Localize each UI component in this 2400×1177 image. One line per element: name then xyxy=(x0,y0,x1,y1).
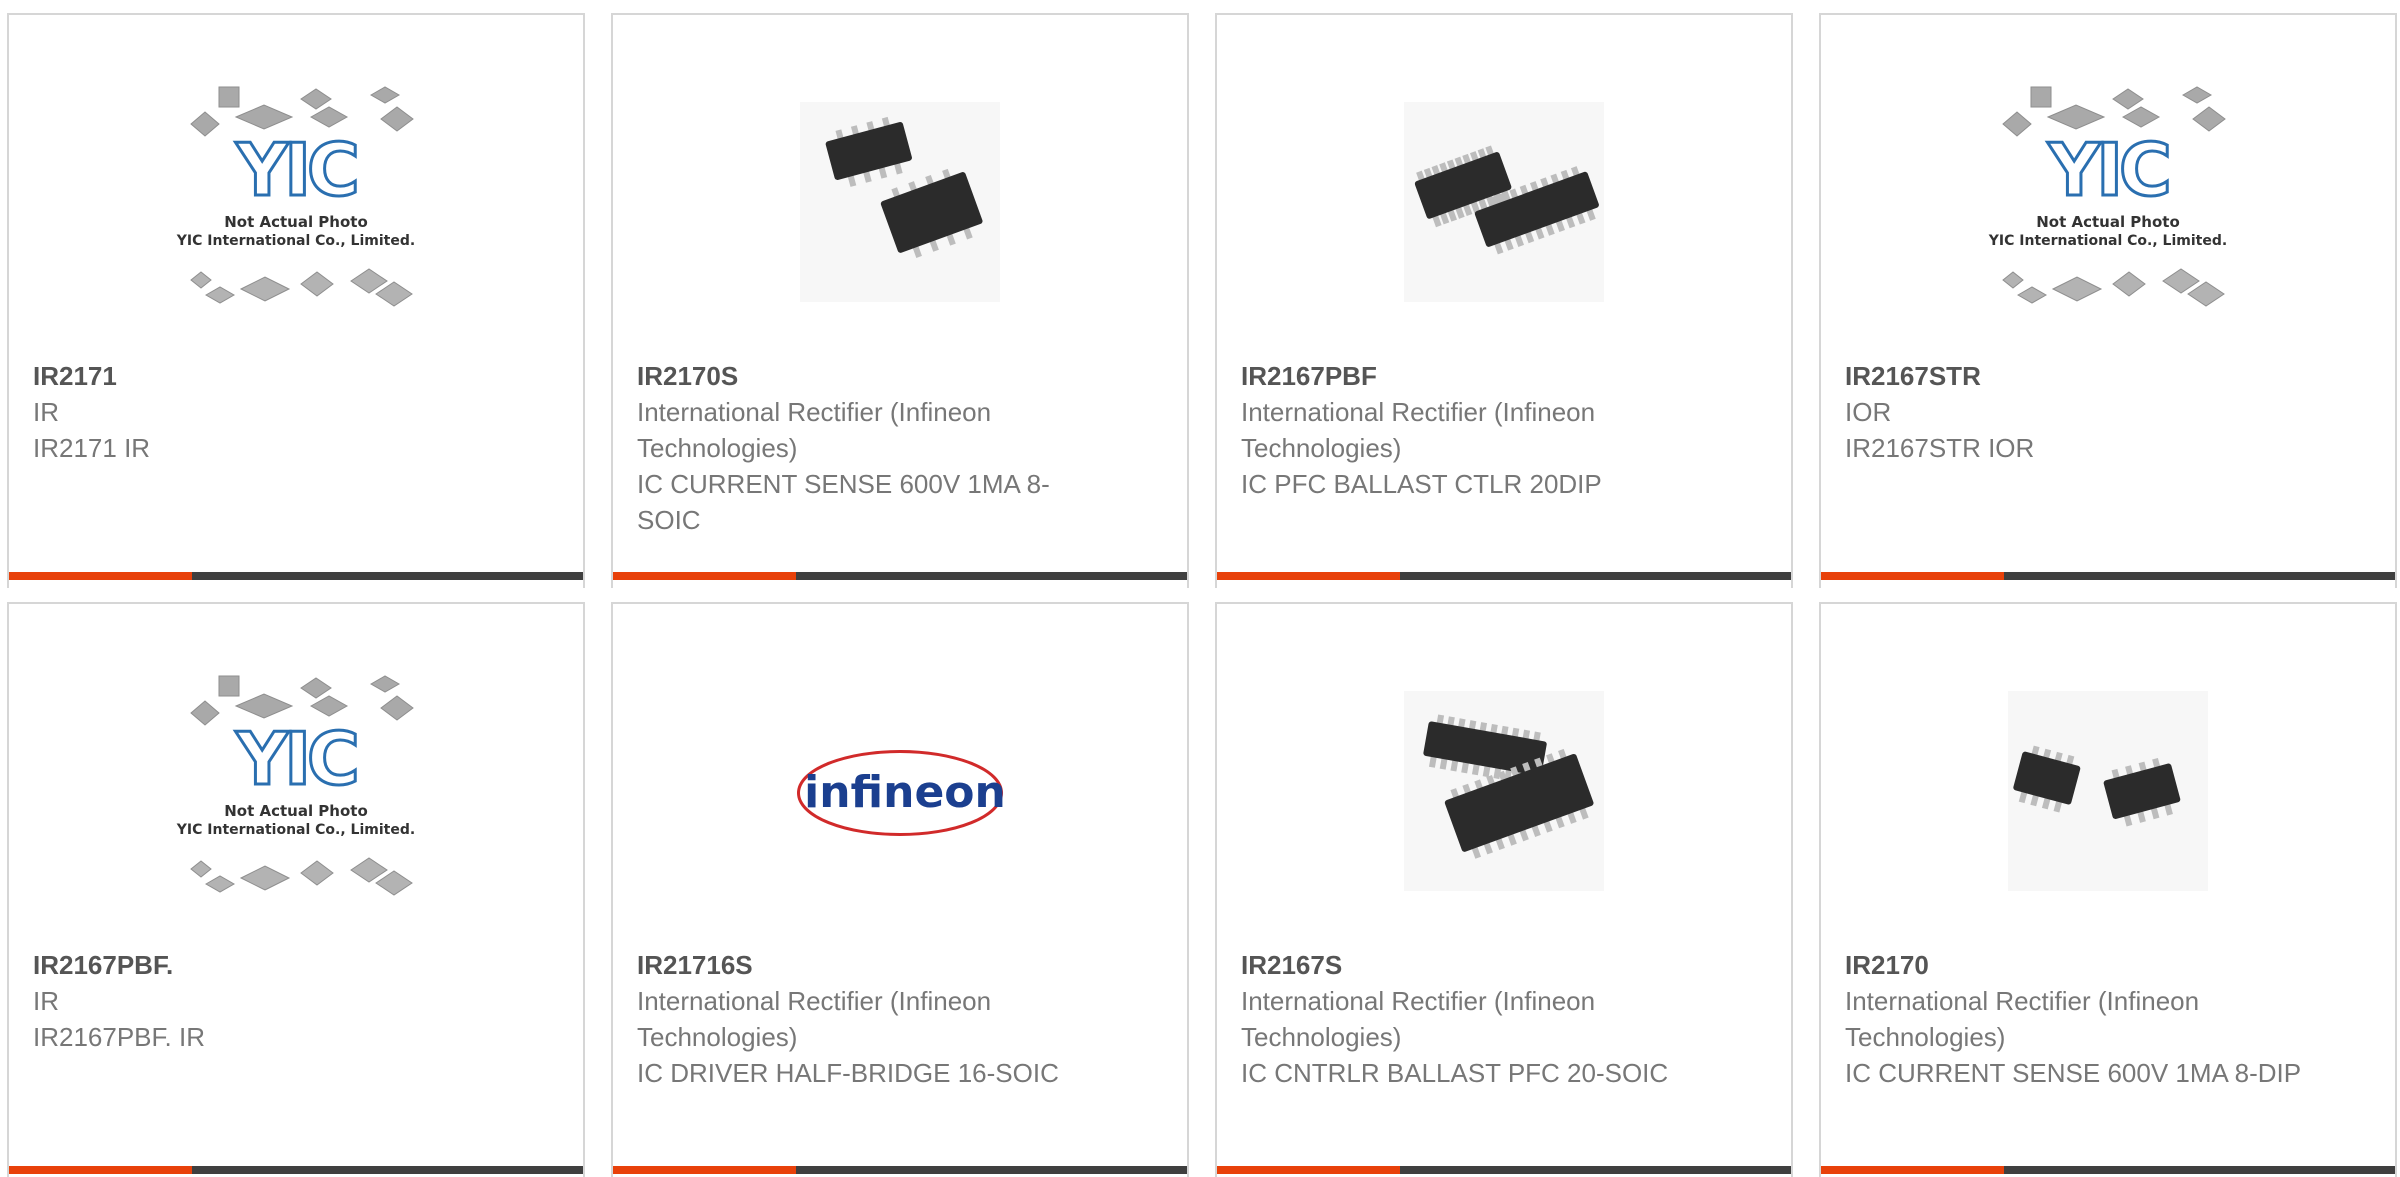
dip8-chip-image[interactable] xyxy=(1823,666,2393,916)
infineon-logo-image[interactable]: infineon xyxy=(615,666,1185,916)
product-info: IR2170S International Rectifier (Infineon… xyxy=(637,358,1097,538)
dark-segment xyxy=(1400,572,1791,580)
product-grid: YIC Not Actual Photo YIC International Co.… xyxy=(0,0,2400,1177)
product-info: IR2167PBF International Rectifier (Infine… xyxy=(1241,358,1701,502)
product-description: IR2167PBF. IR xyxy=(33,1022,205,1052)
yic-company-label: YIC International Co., Limited. xyxy=(1988,233,2227,249)
yic-placeholder-image[interactable]: YIC Not Actual Photo YIC International Co.… xyxy=(1823,77,2393,327)
dark-segment xyxy=(192,572,583,580)
product-card[interactable]: IR2167PBF International Rectifier (Infine… xyxy=(1215,13,1793,588)
part-number[interactable]: IR21716S xyxy=(637,947,1097,983)
product-info: IR21716S International Rectifier (Infineo… xyxy=(637,947,1097,1091)
product-description: IC CURRENT SENSE 600V 1MA 8-SOIC xyxy=(637,469,1050,535)
dark-segment xyxy=(192,1166,583,1174)
product-card[interactable]: YIC Not Actual Photo YIC International Co.… xyxy=(7,13,585,588)
manufacturer: IR xyxy=(33,986,59,1016)
product-card[interactable]: IR2167S International Rectifier (Infineon… xyxy=(1215,602,1793,1177)
part-number[interactable]: IR2167STR xyxy=(1845,358,2305,394)
yic-placeholder-image[interactable]: YIC Not Actual Photo YIC International Co.… xyxy=(11,666,581,916)
product-description: IR2167STR IOR xyxy=(1845,433,2035,463)
product-card[interactable]: IR2170S International Rectifier (Infineon… xyxy=(611,13,1189,588)
manufacturer: International Rectifier (Infineon Techno… xyxy=(1845,986,2200,1052)
yic-logo: YIC xyxy=(235,128,356,212)
product-card[interactable]: infineon IR21716S International Rectifier … xyxy=(611,602,1189,1177)
product-info: IR2170 International Rectifier (Infineon … xyxy=(1845,947,2305,1091)
accent-segment xyxy=(1217,1166,1400,1174)
card-accent-bar xyxy=(1821,572,2395,580)
manufacturer: IR xyxy=(33,397,59,427)
part-number[interactable]: IR2171 xyxy=(33,358,493,394)
manufacturer: International Rectifier (Infineon Techno… xyxy=(637,397,992,463)
product-description: IC CNTRLR BALLAST PFC 20-SOIC xyxy=(1241,1058,1669,1088)
card-accent-bar xyxy=(9,572,583,580)
accent-segment xyxy=(1217,572,1400,580)
part-number[interactable]: IR2167PBF. xyxy=(33,947,493,983)
dark-segment xyxy=(2004,1166,2395,1174)
soic20-chip-image[interactable] xyxy=(1219,666,1789,916)
card-accent-bar xyxy=(1217,572,1791,580)
product-info: IR2171 IR IR2171 IR xyxy=(33,358,493,466)
yic-placeholder-image[interactable]: YIC Not Actual Photo YIC International Co.… xyxy=(11,77,581,327)
accent-segment xyxy=(1821,1166,2004,1174)
accent-segment xyxy=(613,1166,796,1174)
card-accent-bar xyxy=(1217,1166,1791,1174)
manufacturer: International Rectifier (Infineon Techno… xyxy=(637,986,992,1052)
manufacturer: International Rectifier (Infineon Techno… xyxy=(1241,986,1596,1052)
product-description: IC CURRENT SENSE 600V 1MA 8-DIP xyxy=(1845,1058,2302,1088)
yic-company-label: YIC International Co., Limited. xyxy=(176,822,415,838)
yic-logo: YIC xyxy=(2047,128,2168,212)
yic-company-label: YIC International Co., Limited. xyxy=(176,233,415,249)
dark-segment xyxy=(2004,572,2395,580)
product-info: IR2167PBF. IR IR2167PBF. IR xyxy=(33,947,493,1055)
not-actual-photo-label: Not Actual Photo xyxy=(224,802,368,820)
dark-segment xyxy=(1400,1166,1791,1174)
accent-segment xyxy=(9,1166,192,1174)
accent-segment xyxy=(1821,572,2004,580)
product-description: IR2171 IR xyxy=(33,433,151,463)
yic-logo: YIC xyxy=(235,717,356,801)
part-number[interactable]: IR2170 xyxy=(1845,947,2305,983)
part-number[interactable]: IR2167S xyxy=(1241,947,1701,983)
accent-segment xyxy=(613,572,796,580)
card-accent-bar xyxy=(9,1166,583,1174)
part-number[interactable]: IR2167PBF xyxy=(1241,358,1701,394)
infineon-wordmark: infineon xyxy=(804,767,1005,818)
not-actual-photo-label: Not Actual Photo xyxy=(2036,213,2180,231)
product-card[interactable]: YIC Not Actual Photo YIC International Co.… xyxy=(1819,13,2397,588)
dark-segment xyxy=(796,1166,1187,1174)
dark-segment xyxy=(796,572,1187,580)
product-description: IC PFC BALLAST CTLR 20DIP xyxy=(1241,469,1602,499)
product-info: IR2167S International Rectifier (Infineon… xyxy=(1241,947,1701,1091)
product-description: IC DRIVER HALF-BRIDGE 16-SOIC xyxy=(637,1058,1059,1088)
not-actual-photo-label: Not Actual Photo xyxy=(224,213,368,231)
part-number[interactable]: IR2170S xyxy=(637,358,1097,394)
manufacturer: International Rectifier (Infineon Techno… xyxy=(1241,397,1596,463)
soic8-chip-image[interactable] xyxy=(615,77,1185,327)
product-card[interactable]: IR2170 International Rectifier (Infineon … xyxy=(1819,602,2397,1177)
dip20-chip-image[interactable] xyxy=(1219,77,1789,327)
product-info: IR2167STR IOR IR2167STR IOR xyxy=(1845,358,2305,466)
accent-segment xyxy=(9,572,192,580)
card-accent-bar xyxy=(1821,1166,2395,1174)
card-accent-bar xyxy=(613,572,1187,580)
product-card[interactable]: YIC Not Actual Photo YIC International Co.… xyxy=(7,602,585,1177)
card-accent-bar xyxy=(613,1166,1187,1174)
manufacturer: IOR xyxy=(1845,397,1892,427)
